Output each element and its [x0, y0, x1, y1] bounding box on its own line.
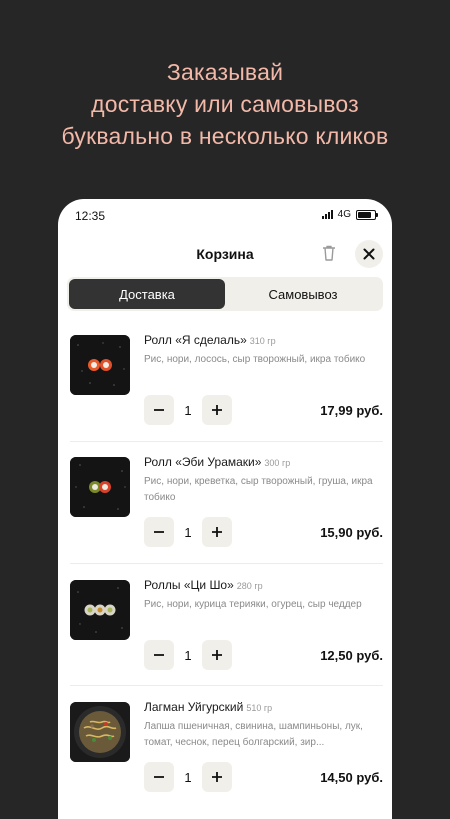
close-icon — [363, 248, 375, 260]
divider — [70, 563, 383, 564]
product-weight: 310 гр — [249, 336, 276, 346]
product-price: 15,90 руб. — [320, 525, 383, 540]
product-description: Рис, нори, лосось, сыр творожный, икра т… — [144, 354, 366, 365]
delivery-mode-switch: Доставка Самовывоз — [67, 277, 383, 311]
quantity-stepper: 1 — [144, 640, 234, 670]
product-description: Рис, нори, креветка, сыр творожный, груш… — [144, 476, 373, 503]
quantity-stepper: 1 — [144, 395, 234, 425]
plus-icon — [212, 772, 222, 782]
decrease-quantity-button[interactable] — [144, 395, 174, 425]
product-description: Лапша пшеничная, свинина, шампиньоны, лу… — [144, 721, 363, 748]
battery-icon — [356, 209, 378, 220]
minus-icon — [154, 654, 164, 656]
product-price: 12,50 руб. — [320, 648, 383, 663]
cart-header: Корзина — [58, 237, 392, 273]
product-name: Роллы «Ци Шо» 280 гр — [144, 578, 263, 592]
product-price: 17,99 руб. — [320, 403, 383, 418]
plus-icon — [212, 405, 222, 415]
promo-line-3: буквально в несколько кликов — [61, 123, 389, 149]
minus-icon — [154, 531, 164, 533]
decrease-quantity-button[interactable] — [144, 640, 174, 670]
minus-icon — [154, 776, 164, 778]
product-weight: 510 гр — [246, 703, 273, 713]
product-weight: 300 гр — [264, 458, 291, 468]
product-weight: 280 гр — [236, 581, 263, 591]
product-name: Ролл «Я сделаль» 310 гр — [144, 333, 276, 347]
promo-line-1: Заказывай — [166, 59, 284, 85]
signal-icon — [321, 210, 333, 219]
quantity-stepper: 1 — [144, 762, 234, 792]
tab-delivery[interactable]: Доставка — [69, 279, 225, 309]
status-time: 12:35 — [75, 209, 106, 223]
divider — [70, 441, 383, 442]
promo-line-2: доставку или самовывоз — [91, 91, 359, 117]
cart-item: Ролл «Эби Урамаки» 300 гр Рис, нори, крев… — [70, 443, 383, 551]
divider — [70, 685, 383, 686]
quantity-stepper: 1 — [144, 517, 234, 547]
quantity-value: 1 — [184, 525, 192, 540]
page-title: Корзина — [196, 246, 254, 262]
product-name: Ролл «Эби Урамаки» 300 гр — [144, 455, 291, 469]
cart-item: Роллы «Ци Шо» 280 гр Рис, нори, курица те… — [70, 566, 383, 674]
increase-quantity-button[interactable] — [202, 395, 232, 425]
decrease-quantity-button[interactable] — [144, 762, 174, 792]
cart-item: Лагман Уйгурский 510 гр Лапша пшеничная, … — [70, 688, 383, 796]
plus-icon — [212, 650, 222, 660]
phone-screen: 12:35 4G Корзина Доставка Самовывоз Ролл… — [58, 199, 392, 819]
quantity-value: 1 — [184, 403, 192, 418]
product-image — [70, 457, 130, 517]
quantity-value: 1 — [184, 648, 192, 663]
trash-icon[interactable] — [318, 242, 340, 264]
plus-icon — [212, 527, 222, 537]
product-description: Рис, нори, курица терияки, огурец, сыр ч… — [144, 599, 362, 610]
minus-icon — [154, 409, 164, 411]
close-button[interactable] — [355, 240, 383, 268]
product-image — [70, 335, 130, 395]
promo-headline: Заказывай доставку или самовывоз букваль… — [0, 56, 450, 152]
decrease-quantity-button[interactable] — [144, 517, 174, 547]
increase-quantity-button[interactable] — [202, 517, 232, 547]
product-price: 14,50 руб. — [320, 770, 383, 785]
tab-pickup[interactable]: Самовывоз — [225, 279, 381, 309]
product-image — [70, 702, 130, 762]
increase-quantity-button[interactable] — [202, 640, 232, 670]
status-indicators: 4G — [321, 209, 378, 220]
quantity-value: 1 — [184, 770, 192, 785]
status-bar: 12:35 4G — [58, 199, 392, 235]
product-image — [70, 580, 130, 640]
increase-quantity-button[interactable] — [202, 762, 232, 792]
product-name: Лагман Уйгурский 510 гр — [144, 700, 273, 714]
network-type: 4G — [337, 209, 351, 220]
cart-item: Ролл «Я сделаль» 310 гр Рис, нори, лосось… — [70, 321, 383, 429]
